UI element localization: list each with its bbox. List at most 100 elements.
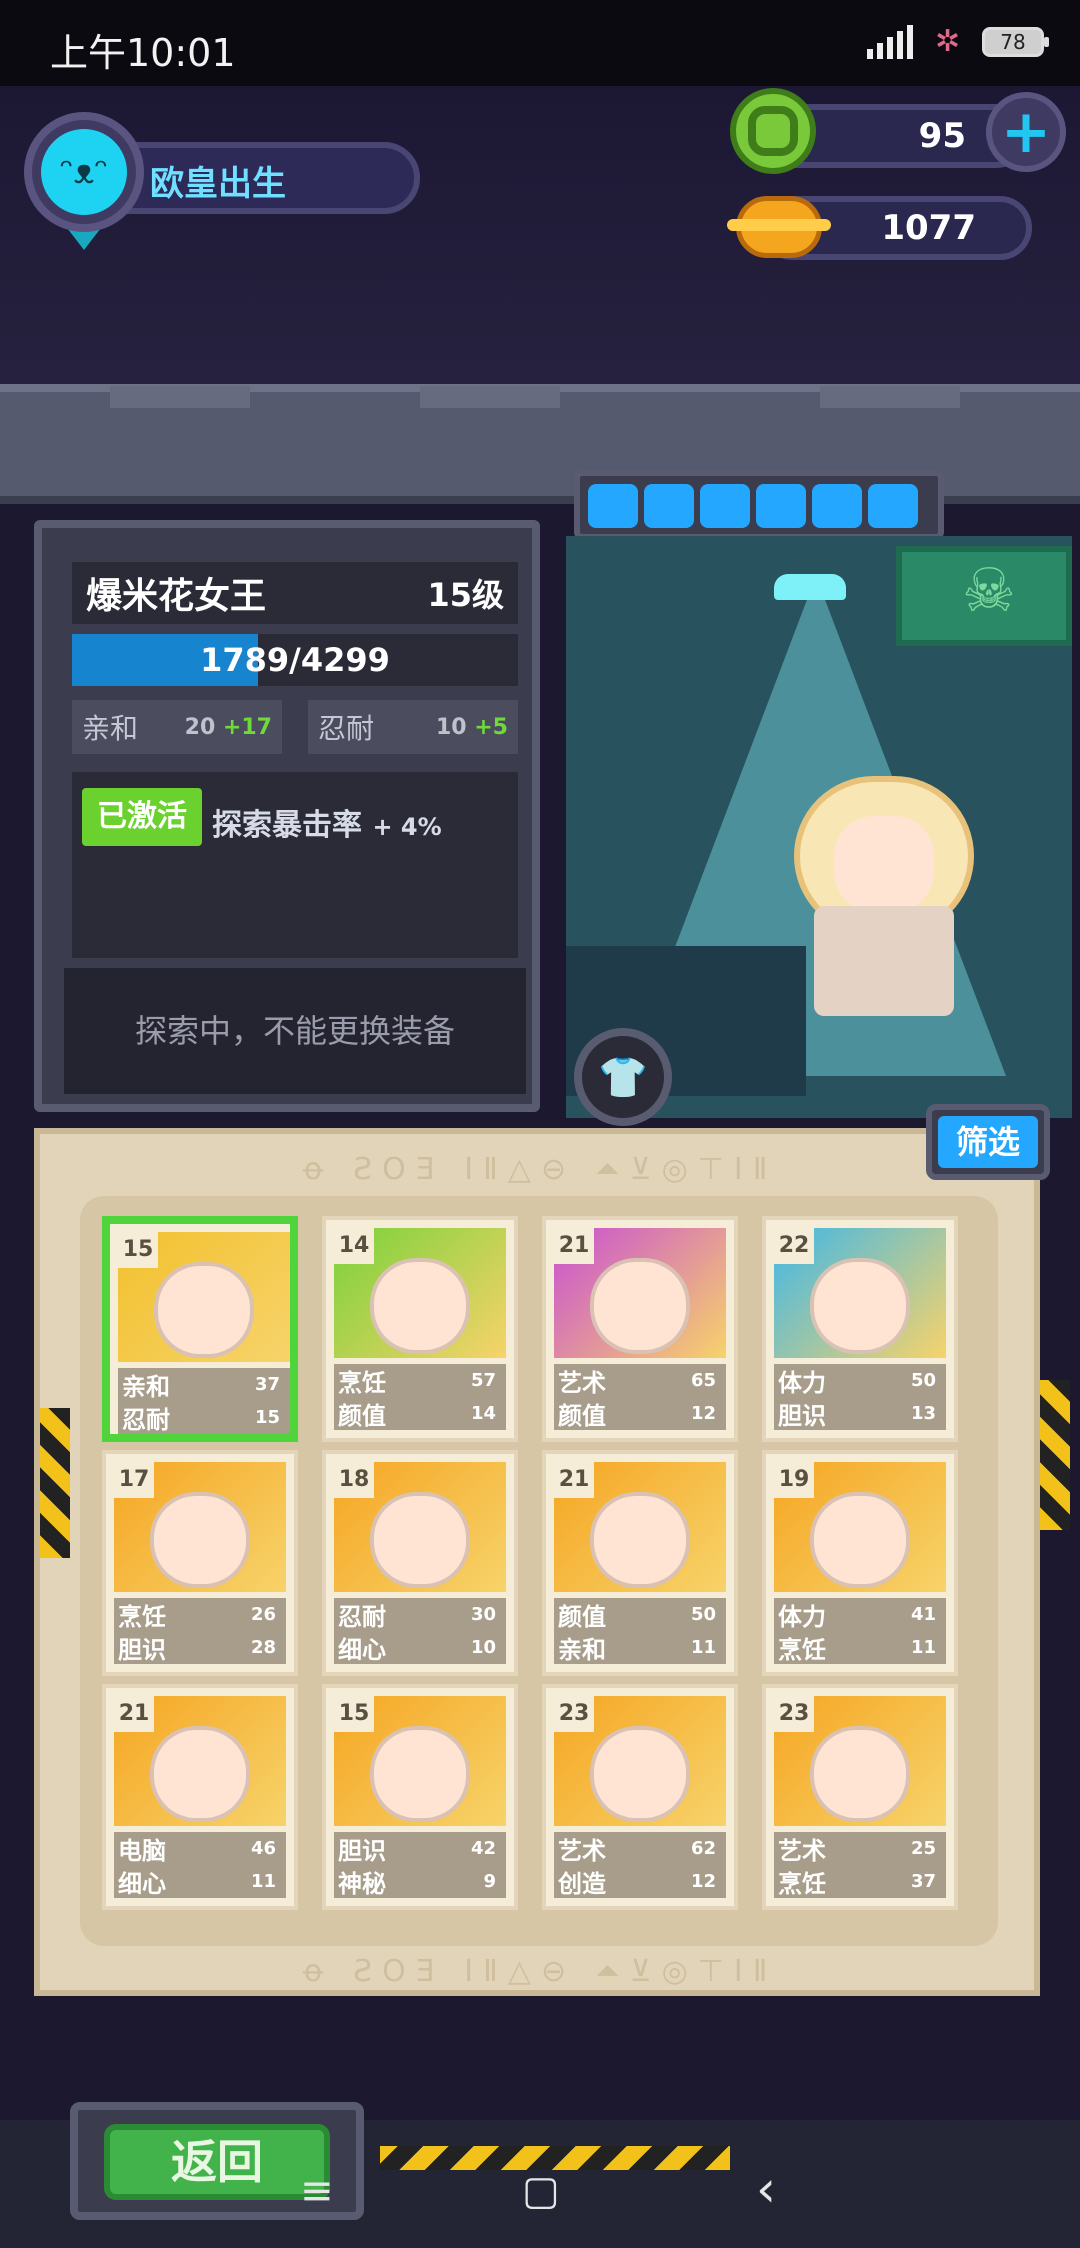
stat-bonus: +17 bbox=[222, 714, 272, 740]
hero-card-stats: 电脑 46 细心 11 bbox=[114, 1832, 286, 1898]
hero-head bbox=[810, 1492, 910, 1588]
hero-card[interactable]: 23 艺术 62 创造 12 bbox=[542, 1684, 738, 1910]
hero-card-level: 15 bbox=[118, 1232, 158, 1268]
hero-card-stat: 细心 11 bbox=[114, 1865, 286, 1898]
locked-equipment-message: 探索中，不能更换装备 bbox=[64, 968, 526, 1094]
stat-number: 13 bbox=[910, 1403, 936, 1424]
hero-card-stat: 细心 10 bbox=[334, 1631, 506, 1664]
hero-card[interactable]: 23 艺术 25 烹饪 37 bbox=[762, 1684, 958, 1910]
skull-board-icon bbox=[896, 546, 1072, 646]
hero-card-stat: 颜值 12 bbox=[554, 1397, 726, 1430]
add-gems-button[interactable]: + bbox=[986, 92, 1066, 172]
activated-tag: 已激活 bbox=[82, 788, 202, 846]
hero-card[interactable]: 19 体力 41 烹饪 11 bbox=[762, 1450, 958, 1676]
hazard-stripes bbox=[40, 1408, 70, 1558]
stat-name: 烹饪 bbox=[118, 1603, 166, 1631]
hero-card-stat: 胆识 13 bbox=[774, 1397, 946, 1430]
hero-inventory: ꝋ ƧOƎ ⅠⅡ△⊖ ⏶⊻◎⊤ⅠⅡ 15 亲和 37 忍耐 15 14 烹饪 57 颜值 14 21… bbox=[34, 1128, 1040, 1996]
filter-button[interactable]: 筛选 bbox=[926, 1104, 1050, 1180]
hero-scene bbox=[566, 536, 1072, 1118]
hero-card-stats: 艺术 25 烹饪 37 bbox=[774, 1832, 946, 1898]
hero-card-stat: 神秘 9 bbox=[334, 1865, 506, 1898]
hero-card-stat: 亲和 37 bbox=[118, 1368, 290, 1401]
menu-nav-icon[interactable]: ≡ bbox=[300, 2168, 334, 2214]
stat-name: 忍耐 bbox=[338, 1603, 386, 1631]
skill-percent: + 4% bbox=[372, 813, 442, 841]
hero-card[interactable]: 15 胆识 42 神秘 9 bbox=[322, 1684, 518, 1910]
stat-value: 20 +17 bbox=[184, 714, 272, 740]
battery-level: 78 bbox=[1000, 29, 1026, 54]
hero-card-stats: 艺术 62 创造 12 bbox=[554, 1832, 726, 1898]
progress-slot bbox=[700, 484, 750, 528]
stat-number: 46 bbox=[250, 1838, 276, 1859]
hero-card-level: 22 bbox=[774, 1228, 814, 1264]
avatar[interactable]: ᵔᴥᵔ bbox=[24, 112, 144, 232]
stat-name: 胆识 bbox=[338, 1837, 386, 1865]
hero-card-level: 15 bbox=[334, 1696, 374, 1732]
filter-label: 筛选 bbox=[938, 1116, 1038, 1168]
hero-head bbox=[810, 1726, 910, 1822]
hero-body bbox=[814, 906, 954, 1016]
hero-card[interactable]: 17 烹饪 26 胆识 28 bbox=[102, 1450, 298, 1676]
hero-card[interactable]: 15 亲和 37 忍耐 15 bbox=[102, 1216, 298, 1442]
back-nav-icon[interactable]: ‹ bbox=[756, 2160, 776, 2218]
coin-value: 1077 bbox=[881, 208, 976, 248]
hero-card[interactable]: 21 艺术 65 颜值 12 bbox=[542, 1216, 738, 1442]
stat-name: 颜值 bbox=[338, 1402, 386, 1430]
stat-number: 62 bbox=[690, 1838, 716, 1859]
stat-name: 艺术 bbox=[778, 1837, 826, 1865]
stat-number: 42 bbox=[470, 1838, 496, 1859]
exp-text: 1789/4299 bbox=[200, 641, 390, 679]
hero-card[interactable]: 21 颜值 50 亲和 11 bbox=[542, 1450, 738, 1676]
hero-card[interactable]: 14 烹饪 57 颜值 14 bbox=[322, 1216, 518, 1442]
coin-icon bbox=[727, 196, 831, 258]
stat-name: 艺术 bbox=[558, 1369, 606, 1397]
outfit-button[interactable]: 👕 bbox=[574, 1028, 672, 1126]
hero-card-stat: 忍耐 30 bbox=[334, 1598, 506, 1631]
battery-icon: 78 bbox=[982, 26, 1049, 57]
hero-card[interactable]: 22 体力 50 胆识 13 bbox=[762, 1216, 958, 1442]
hero-card-stat: 艺术 62 bbox=[554, 1832, 726, 1865]
stat-name: 胆识 bbox=[118, 1636, 166, 1664]
stat-value: 10 +5 bbox=[435, 714, 508, 740]
hero-card-level: 21 bbox=[554, 1462, 594, 1498]
stat-number: 26 bbox=[250, 1604, 276, 1625]
back-button[interactable]: 返回 bbox=[104, 2124, 330, 2200]
hero-face bbox=[834, 816, 934, 912]
status-bar: 上午10:01 ✲ 78 bbox=[0, 0, 1080, 86]
hero-card-stats: 颜值 50 亲和 11 bbox=[554, 1598, 726, 1664]
hero-card-stat: 艺术 65 bbox=[554, 1364, 726, 1397]
stat-number: 37 bbox=[254, 1374, 280, 1395]
hero-card-level: 14 bbox=[334, 1228, 374, 1264]
hero-head bbox=[154, 1262, 254, 1358]
stat-name: 艺术 bbox=[558, 1837, 606, 1865]
player-profile[interactable]: 欧皇出生 ᵔᴥᵔ bbox=[24, 112, 420, 250]
stat-number: 65 bbox=[690, 1370, 716, 1391]
stat-number: 10 bbox=[470, 1637, 496, 1658]
hero-level: 15级 bbox=[427, 576, 504, 614]
stat-name: 颜值 bbox=[558, 1603, 606, 1631]
hero-card-stat: 艺术 25 bbox=[774, 1832, 946, 1865]
hero-card-level: 23 bbox=[774, 1696, 814, 1732]
hero-card-stats: 亲和 37 忍耐 15 bbox=[118, 1368, 290, 1434]
exploration-progress bbox=[574, 470, 944, 540]
hero-card-stat: 烹饪 26 bbox=[114, 1598, 286, 1631]
skill-box: 已激活 探索暴击率 + 4% bbox=[72, 772, 518, 958]
hero-card-stats: 体力 41 烹饪 11 bbox=[774, 1598, 946, 1664]
home-nav-icon[interactable]: ▢ bbox=[522, 2168, 560, 2214]
hero-head bbox=[150, 1492, 250, 1588]
hero-character[interactable] bbox=[784, 776, 984, 1016]
hero-card[interactable]: 18 忍耐 30 细心 10 bbox=[322, 1450, 518, 1676]
hazard-stripes bbox=[380, 2146, 730, 2170]
hero-card-stat: 体力 41 bbox=[774, 1598, 946, 1631]
exp-bar: 1789/4299 bbox=[72, 634, 518, 686]
hero-info-panel: 爆米花女王 15级 1789/4299 亲和 20 +17 忍耐 10 +5 已… bbox=[34, 520, 540, 1112]
hero-card-stat: 忍耐 15 bbox=[118, 1401, 290, 1434]
stat-name: 体力 bbox=[778, 1369, 826, 1397]
hero-card-stat: 颜值 50 bbox=[554, 1598, 726, 1631]
hero-head bbox=[590, 1726, 690, 1822]
hero-card-level: 18 bbox=[334, 1462, 374, 1498]
hero-card-stat: 烹饪 11 bbox=[774, 1631, 946, 1664]
hero-card[interactable]: 21 电脑 46 细心 11 bbox=[102, 1684, 298, 1910]
gem-value: 95 bbox=[918, 116, 966, 156]
